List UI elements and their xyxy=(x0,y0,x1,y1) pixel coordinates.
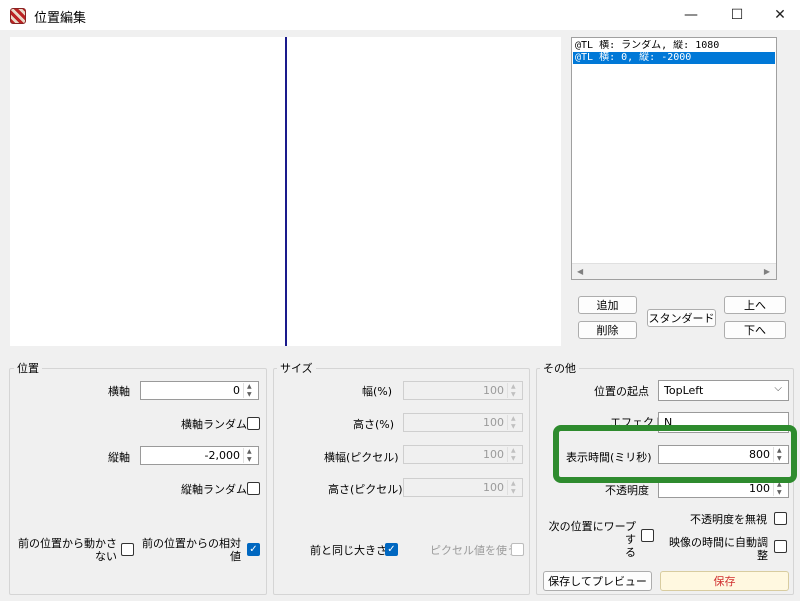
list-item[interactable]: @TL 横: ランダム, 縦: 1080 xyxy=(573,40,775,52)
chevron-down-icon: ⌵ xyxy=(774,383,782,394)
app-icon xyxy=(10,8,26,24)
width-pct-value: 100 xyxy=(483,384,504,397)
v-random-label: 縦軸ランダム xyxy=(181,483,247,496)
no-move-checkbox[interactable] xyxy=(121,543,134,556)
spin-up-icon[interactable]: ▲ xyxy=(511,480,516,487)
preview-center-line xyxy=(285,37,287,346)
spin-down-icon[interactable]: ▼ xyxy=(511,391,516,398)
position-list[interactable]: @TL 横: ランダム, 縦: 1080 @TL 横: 0, 縦: -2000 xyxy=(571,37,777,280)
v-axis-stepper[interactable]: -2,000 ▲ ▼ xyxy=(140,446,259,465)
v-axis-value: -2,000 xyxy=(204,449,240,462)
warp-checkbox[interactable] xyxy=(641,529,654,542)
spin-up-icon[interactable]: ▲ xyxy=(511,383,516,390)
spin-up-icon[interactable]: ▲ xyxy=(511,447,516,454)
relative-label: 前の位置からの相対 値 xyxy=(142,537,241,563)
size-group-title: サイズ xyxy=(277,360,316,376)
opacity-value: 100 xyxy=(749,482,770,495)
close-button[interactable]: ✕ xyxy=(757,0,800,30)
h-axis-value: 0 xyxy=(233,384,240,397)
h-random-checkbox[interactable] xyxy=(247,417,260,430)
auto-adjust-label: 映像の時間に自動調 整 xyxy=(669,536,768,562)
width-px-value: 100 xyxy=(483,448,504,461)
list-item-selected[interactable]: @TL 横: 0, 縦: -2000 xyxy=(573,52,775,64)
window-title: 位置編集 xyxy=(34,11,87,26)
standard-button[interactable]: スタンダード xyxy=(647,309,716,327)
h-axis-stepper[interactable]: 0 ▲ ▼ xyxy=(140,381,259,400)
highlight-annotation xyxy=(553,425,797,483)
minimize-button[interactable]: — xyxy=(668,0,714,30)
auto-adjust-checkbox[interactable] xyxy=(774,540,787,553)
origin-select[interactable]: TopLeft ⌵ xyxy=(658,380,789,401)
same-size-checkbox[interactable]: ✓ xyxy=(385,543,398,556)
save-preview-button[interactable]: 保存してプレビュー xyxy=(543,571,652,591)
spin-up-icon[interactable]: ▲ xyxy=(511,415,516,422)
spin-down-icon[interactable]: ▼ xyxy=(511,488,516,495)
spin-down-icon[interactable]: ▼ xyxy=(247,456,252,463)
move-down-button[interactable]: 下へ xyxy=(724,321,786,339)
v-random-checkbox[interactable] xyxy=(247,482,260,495)
width-px-label: 横幅(ピクセル) xyxy=(324,451,399,464)
save-button[interactable]: 保存 xyxy=(660,571,789,591)
spin-down-icon[interactable]: ▼ xyxy=(247,391,252,398)
width-px-stepper[interactable]: 100 ▲ ▼ xyxy=(403,445,523,464)
height-pct-label: 高さ(%) xyxy=(353,418,395,431)
spin-down-icon[interactable]: ▼ xyxy=(511,455,516,462)
same-size-label: 前と同じ大きさ xyxy=(310,544,387,557)
origin-label: 位置の起点 xyxy=(594,385,649,398)
use-px-label: ピクセル値を使う xyxy=(430,544,518,557)
opacity-label: 不透明度 xyxy=(605,484,649,497)
maximize-button[interactable]: ☐ xyxy=(714,0,760,30)
origin-value: TopLeft xyxy=(664,384,704,397)
h-axis-label: 横軸 xyxy=(108,385,130,398)
spin-up-icon[interactable]: ▲ xyxy=(247,383,252,390)
height-px-stepper[interactable]: 100 ▲ ▼ xyxy=(403,478,523,497)
width-pct-label: 幅(%) xyxy=(362,385,393,398)
ignore-opacity-label: 不透明度を無視 xyxy=(690,513,767,526)
spin-down-icon[interactable]: ▼ xyxy=(777,489,782,496)
warp-label: 次の位置にワープす る xyxy=(548,520,636,559)
no-move-label: 前の位置から動かさ ない xyxy=(18,537,117,563)
scroll-right-icon[interactable]: ▶ xyxy=(764,267,770,276)
relative-checkbox[interactable]: ✓ xyxy=(247,543,260,556)
move-up-button[interactable]: 上へ xyxy=(724,296,786,314)
height-px-label: 高さ(ピクセル) xyxy=(328,483,403,496)
height-px-value: 100 xyxy=(483,481,504,494)
v-axis-label: 縦軸 xyxy=(108,451,130,464)
width-pct-stepper[interactable]: 100 ▲ ▼ xyxy=(403,381,523,400)
scroll-left-icon[interactable]: ◀ xyxy=(577,267,583,276)
list-horizontal-scrollbar[interactable]: ◀ ▶ xyxy=(572,263,776,279)
spin-down-icon[interactable]: ▼ xyxy=(511,423,516,430)
h-random-label: 横軸ランダム xyxy=(181,418,247,431)
delete-button[interactable]: 削除 xyxy=(578,321,637,339)
position-group-title: 位置 xyxy=(14,360,42,376)
add-button[interactable]: 追加 xyxy=(578,296,637,314)
height-pct-value: 100 xyxy=(483,416,504,429)
other-group-title: その他 xyxy=(540,360,579,376)
ignore-opacity-checkbox[interactable] xyxy=(774,512,787,525)
use-px-checkbox[interactable] xyxy=(511,543,524,556)
spin-up-icon[interactable]: ▲ xyxy=(247,448,252,455)
height-pct-stepper[interactable]: 100 ▲ ▼ xyxy=(403,413,523,432)
